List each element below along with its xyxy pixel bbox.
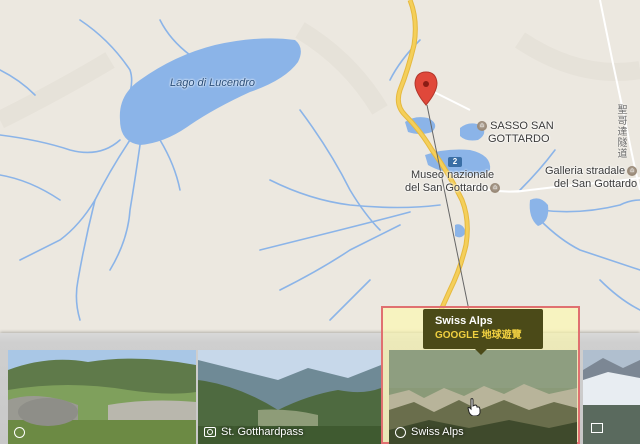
hand-cursor-icon xyxy=(467,398,481,417)
thumbnail-caption-2: St. Gotthardpass xyxy=(204,426,304,438)
route-shield: 2 xyxy=(448,157,462,167)
tunnel-icon: ⌂ xyxy=(627,166,638,177)
video-icon xyxy=(591,419,603,437)
photo-thumbnail-4[interactable] xyxy=(583,350,640,444)
sasso-san-gottardo-label: ⌂ SASSO SAN GOTTARDO xyxy=(475,120,554,146)
thumbnail-caption-1 xyxy=(14,426,30,438)
thumbnail-caption-3: Swiss Alps xyxy=(395,426,464,438)
road-label-vertical: 聖哥達隧道 xyxy=(615,104,626,159)
tooltip-title: Swiss Alps xyxy=(435,315,493,327)
museo-label: Museo nazionale del San Gottardo ⌂ xyxy=(405,169,501,195)
museum-icon: ⌂ xyxy=(490,183,501,194)
photo-thumbnail-3[interactable]: Swiss Alps xyxy=(389,350,577,444)
landmark-icon: ⌂ xyxy=(477,121,487,132)
camera-icon xyxy=(204,427,216,438)
galleria-label: Galleria stradale ⌂ del San Gottardo xyxy=(545,165,638,190)
photo-thumbnail-1[interactable] xyxy=(8,350,196,444)
thumbnail-tooltip: Swiss Alps GOOGLE 地球遊覽 xyxy=(423,309,543,355)
globe-icon xyxy=(14,426,25,438)
globe-icon xyxy=(395,426,406,438)
lake-label: Lago di Lucendro xyxy=(170,77,256,89)
tooltip-subtitle: GOOGLE 地球遊覽 xyxy=(435,330,522,341)
photo-thumbnail-2[interactable]: St. Gotthardpass xyxy=(198,350,381,444)
